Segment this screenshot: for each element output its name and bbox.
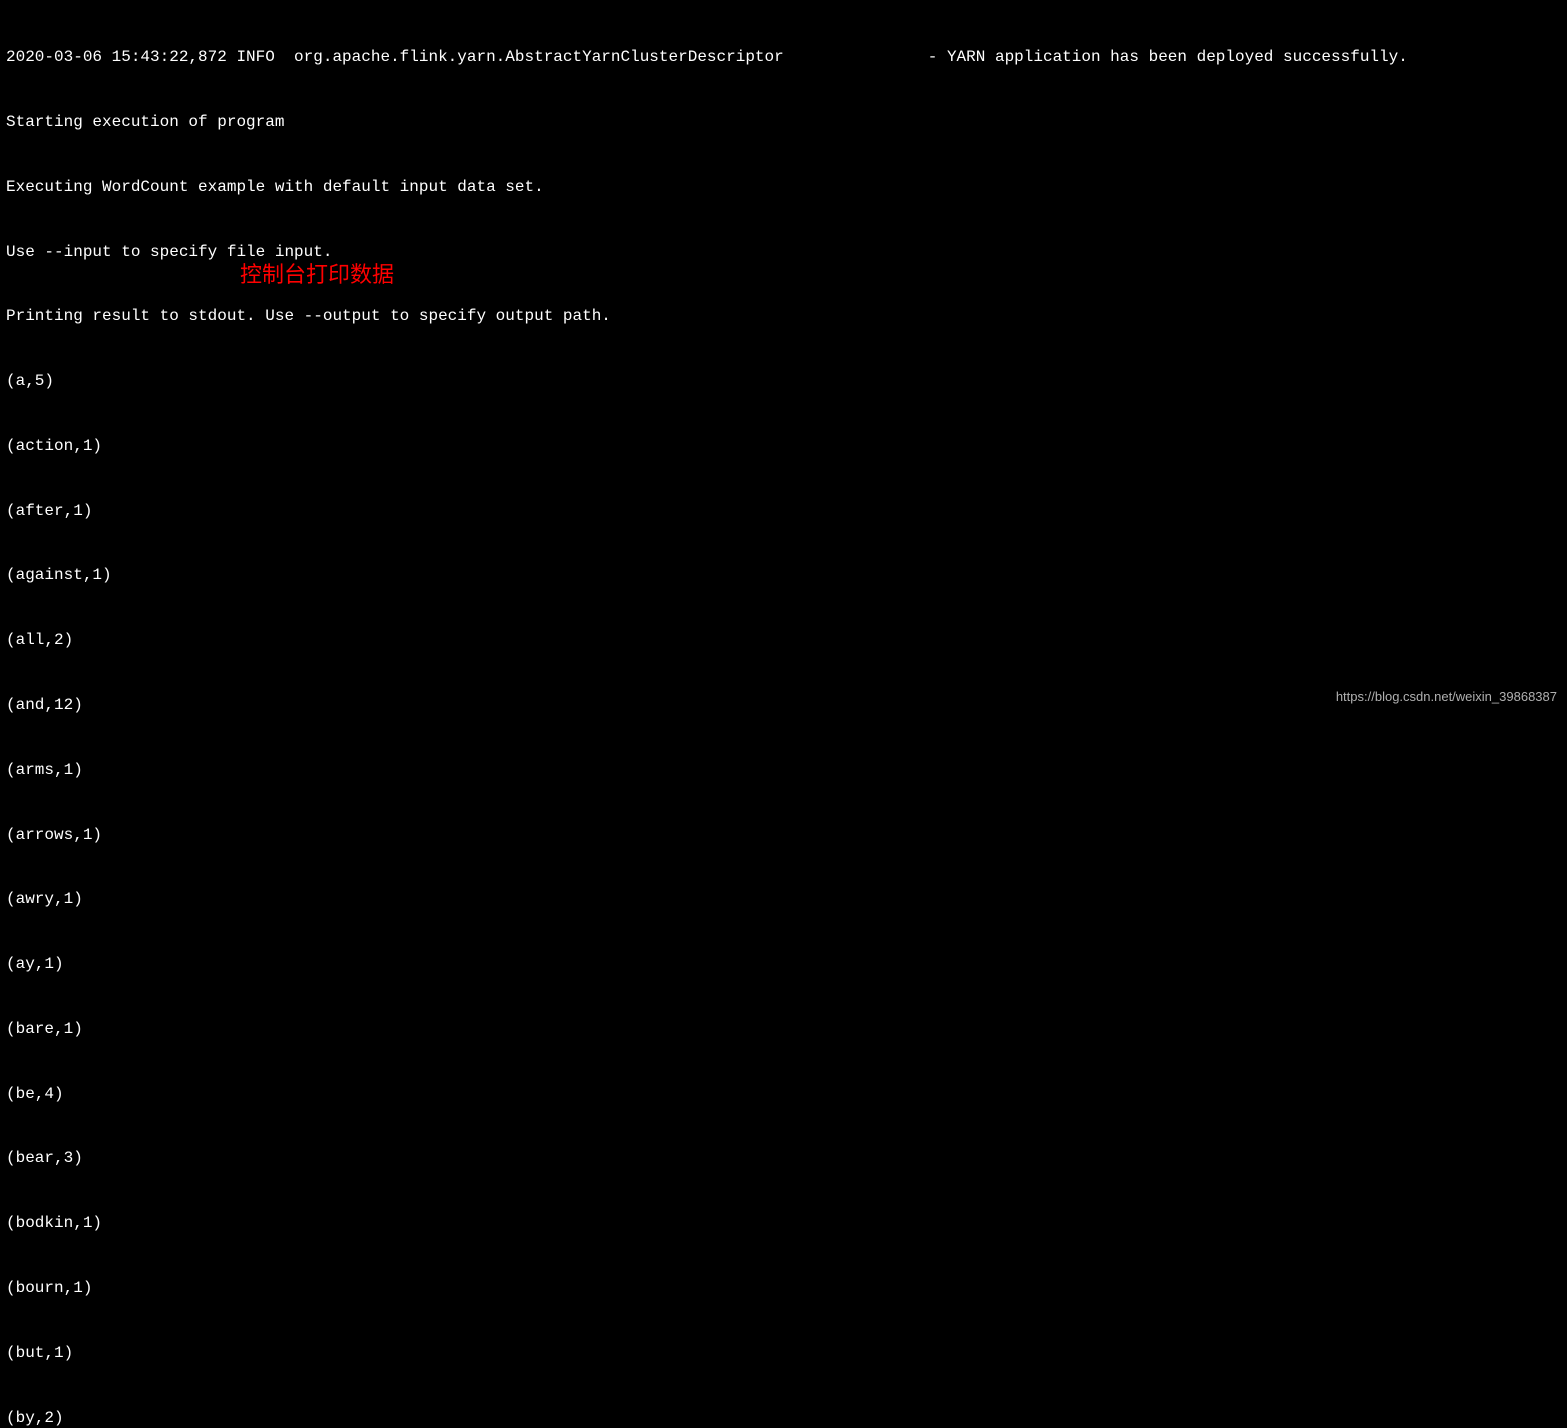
result-line: (be,4) (6, 1084, 1561, 1106)
result-line: (all,2) (6, 630, 1561, 652)
log-line-start: Starting execution of program (6, 112, 1561, 134)
result-line: (and,12) (6, 695, 1561, 717)
result-line: (against,1) (6, 565, 1561, 587)
result-line: (arrows,1) (6, 825, 1561, 847)
result-line: (awry,1) (6, 889, 1561, 911)
result-line: (ay,1) (6, 954, 1561, 976)
result-line: (bear,3) (6, 1148, 1561, 1170)
result-line: (by,2) (6, 1408, 1561, 1428)
result-line: (action,1) (6, 436, 1561, 458)
log-line-executing: Executing WordCount example with default… (6, 177, 1561, 199)
watermark-text: https://blog.csdn.net/weixin_39868387 (1336, 688, 1557, 706)
result-line: (arms,1) (6, 760, 1561, 782)
result-line: (but,1) (6, 1343, 1561, 1365)
result-line: (bodkin,1) (6, 1213, 1561, 1235)
terminal-output: 2020-03-06 15:43:22,872 INFO org.apache.… (6, 4, 1561, 1428)
annotation-label: 控制台打印数据 (240, 260, 394, 290)
log-line-output-hint: Printing result to stdout. Use --output … (6, 306, 1561, 328)
result-line: (after,1) (6, 501, 1561, 523)
log-line-info: 2020-03-06 15:43:22,872 INFO org.apache.… (6, 47, 1561, 69)
result-line: (a,5) (6, 371, 1561, 393)
result-line: (bourn,1) (6, 1278, 1561, 1300)
result-line: (bare,1) (6, 1019, 1561, 1041)
